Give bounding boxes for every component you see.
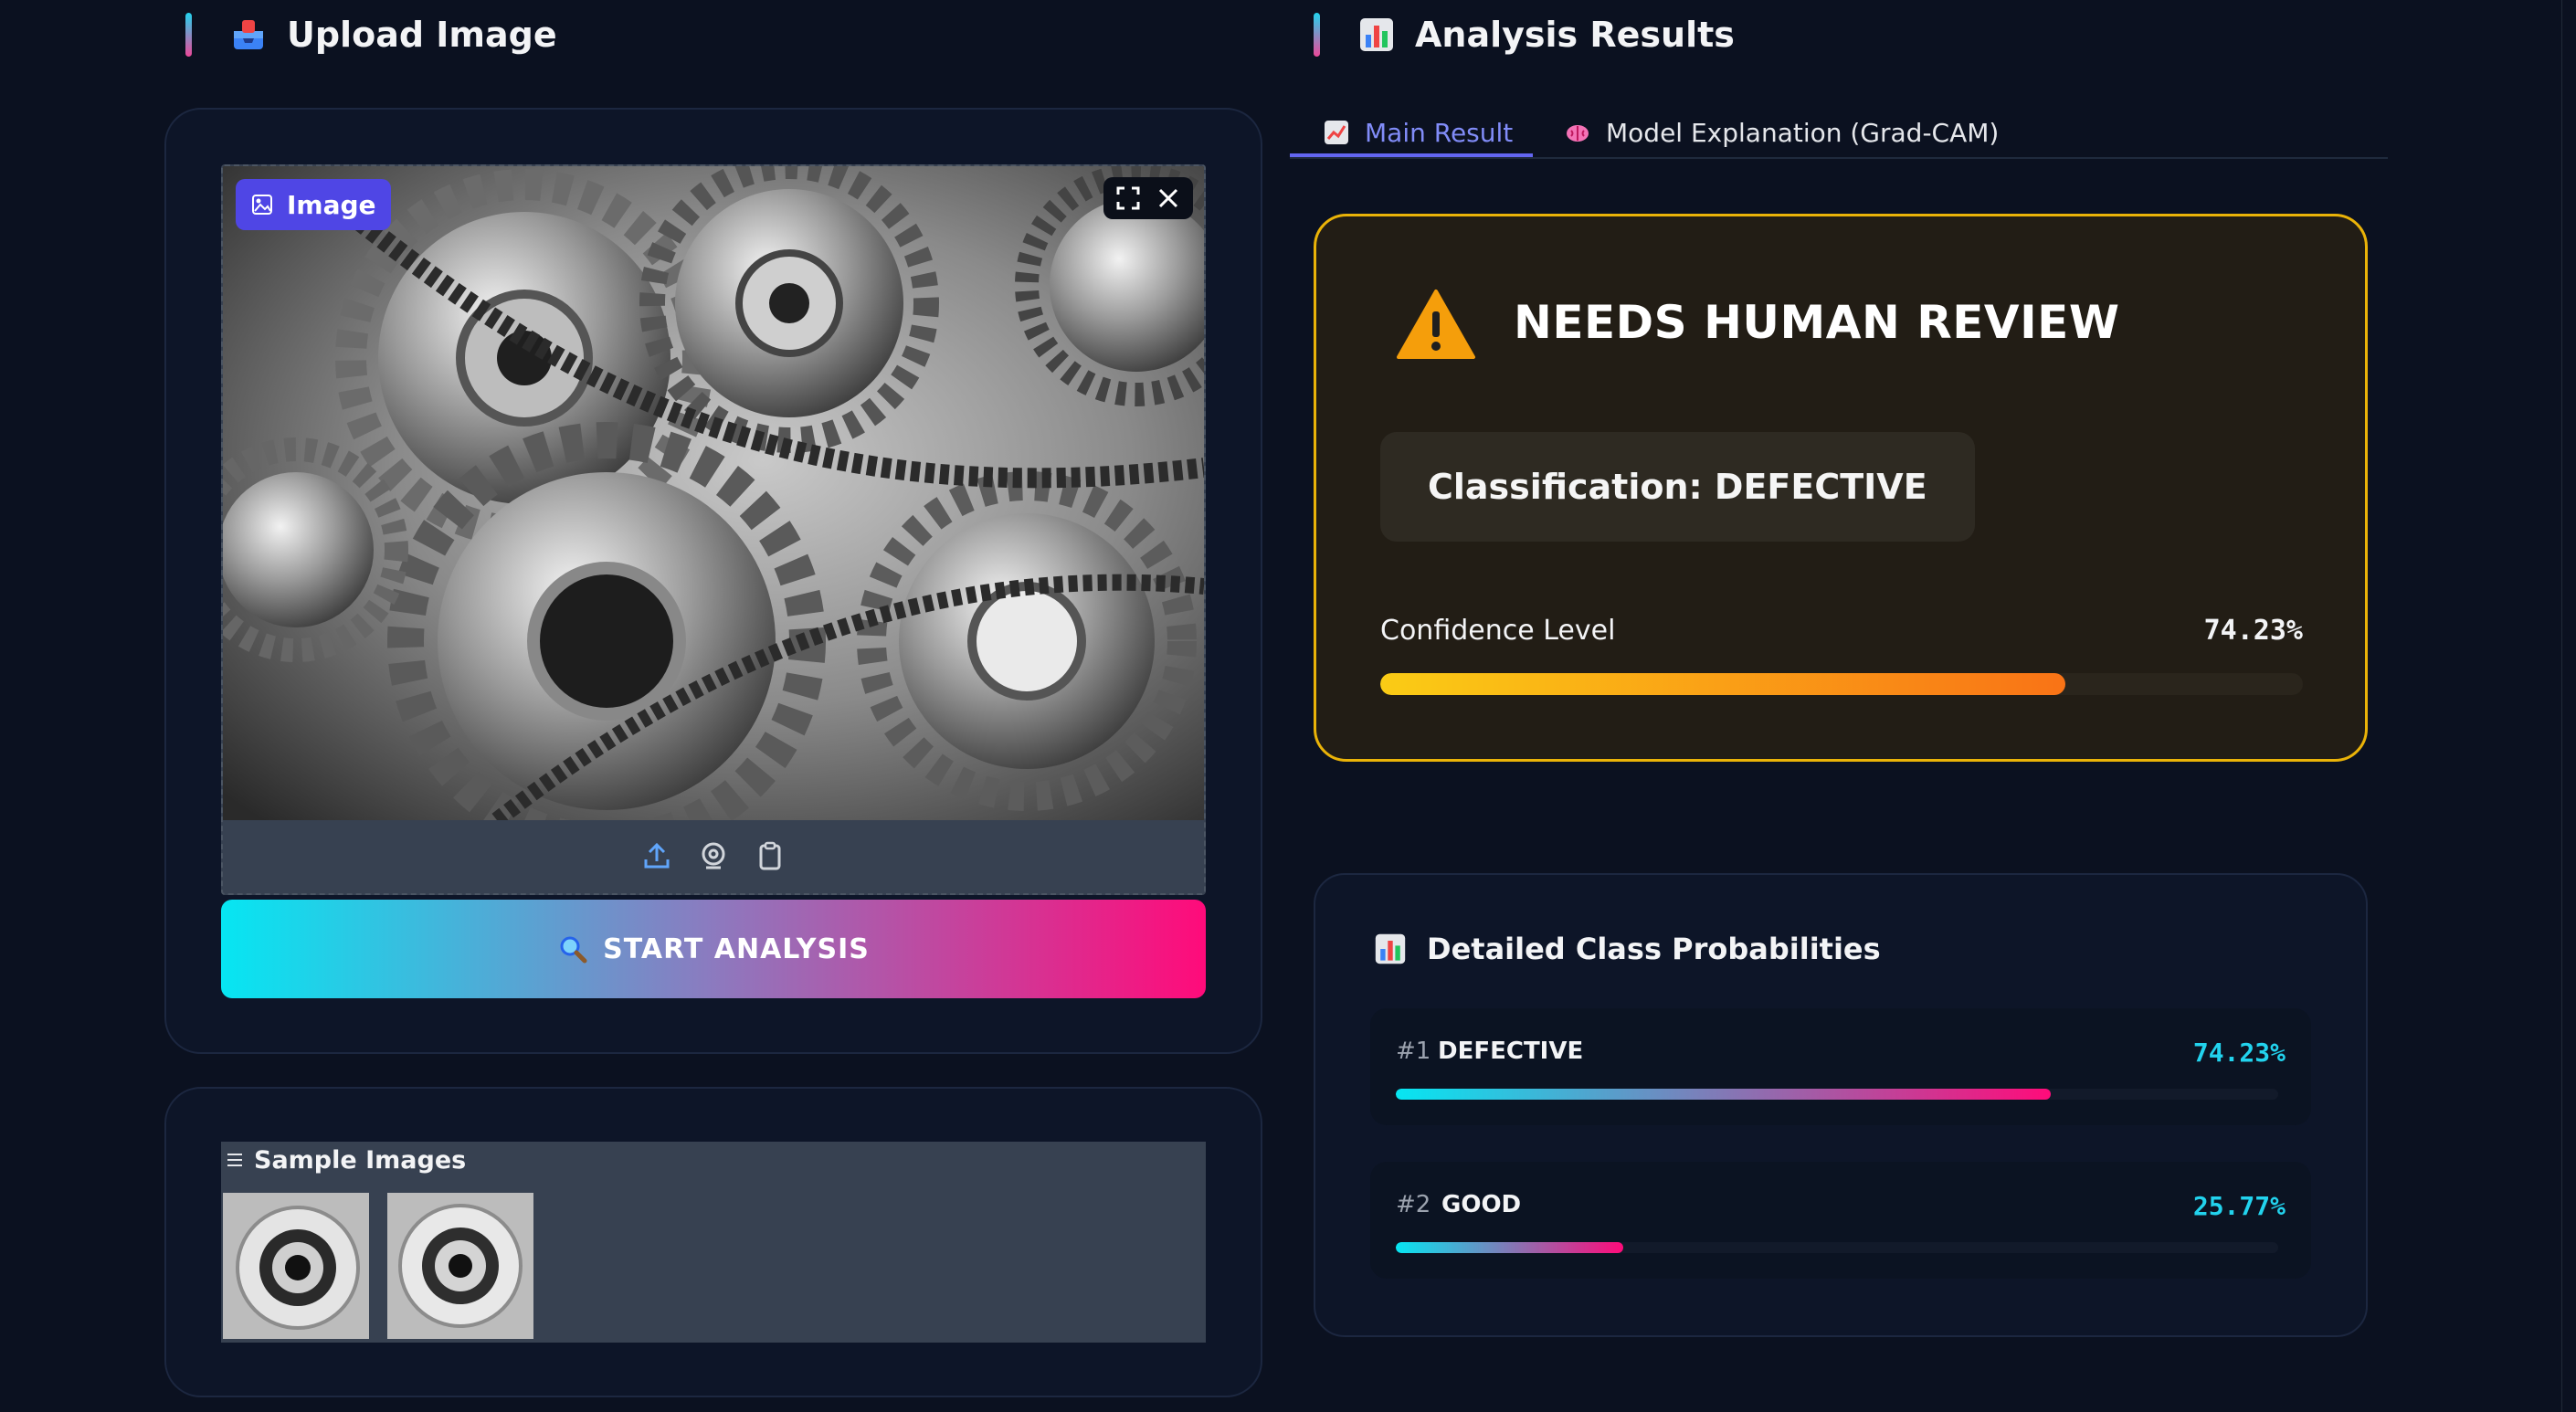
tab-model-explanation-label: Model Explanation (Grad-CAM) bbox=[1606, 117, 2000, 148]
tabs-divider bbox=[1290, 157, 2388, 159]
class-track-defective bbox=[1396, 1089, 2278, 1100]
start-analysis-button[interactable]: START ANALYSIS bbox=[221, 900, 1206, 998]
class-track-good bbox=[1396, 1242, 2278, 1253]
tab-main-result[interactable]: Main Result bbox=[1323, 111, 1513, 153]
class-row-defective: #1 DEFECTIVE 74.23% bbox=[1370, 1008, 2311, 1125]
samples-gallery: Sample Images bbox=[221, 1142, 1206, 1343]
page-scrollbar[interactable] bbox=[2561, 0, 2576, 1412]
image-viewer[interactable]: Image bbox=[221, 164, 1206, 895]
image-icon bbox=[252, 195, 272, 215]
clipboard-icon[interactable] bbox=[754, 839, 787, 872]
warning-icon bbox=[1397, 290, 1475, 359]
confidence-value: 74.23% bbox=[2203, 615, 2303, 647]
magnifier-icon bbox=[560, 936, 587, 964]
probabilities-header: Detailed Class Probabilities bbox=[1374, 932, 1881, 966]
confidence-track bbox=[1380, 673, 2303, 695]
webcam-icon[interactable] bbox=[697, 839, 730, 872]
image-controls bbox=[1103, 177, 1193, 219]
upload-section-header: Upload Image bbox=[185, 13, 557, 57]
probabilities-title: Detailed Class Probabilities bbox=[1427, 932, 1881, 966]
class-row-good: #2 GOOD 25.77% bbox=[1370, 1162, 2311, 1279]
close-icon[interactable] bbox=[1153, 183, 1184, 214]
chart-up-icon bbox=[1325, 121, 1348, 144]
class-percent-defective: 74.23% bbox=[2192, 1038, 2286, 1068]
probabilities-chart-icon bbox=[1375, 933, 1406, 964]
sample-image-2[interactable] bbox=[387, 1193, 533, 1339]
confidence-label: Confidence Level bbox=[1380, 615, 1616, 647]
class-name-defective: DEFECTIVE bbox=[1438, 1038, 1584, 1065]
image-badge-label: Image bbox=[287, 189, 376, 220]
classification-pill: Classification: DEFECTIVE bbox=[1380, 432, 1975, 542]
results-section-header: Analysis Results bbox=[1314, 13, 1735, 57]
results-accent-bar bbox=[1314, 13, 1320, 57]
upload-icon[interactable] bbox=[640, 839, 673, 872]
upload-accent-bar bbox=[185, 13, 192, 57]
class-fill-good bbox=[1396, 1242, 1623, 1253]
fullscreen-icon[interactable] bbox=[1113, 183, 1144, 214]
samples-header: Sample Images bbox=[225, 1142, 466, 1178]
review-card: NEEDS HUMAN REVIEW Classification: DEFEC… bbox=[1314, 214, 2368, 762]
classification-text: Classification: DEFECTIVE bbox=[1428, 467, 1927, 507]
uploaded-image bbox=[223, 166, 1204, 820]
brain-icon bbox=[1567, 125, 1589, 142]
start-analysis-label: START ANALYSIS bbox=[603, 933, 870, 965]
class-percent-good: 25.77% bbox=[2192, 1191, 2286, 1221]
inbox-tray-icon bbox=[234, 20, 263, 49]
samples-label: Sample Images bbox=[254, 1145, 467, 1175]
image-label-badge: Image bbox=[236, 179, 391, 230]
tab-main-result-label: Main Result bbox=[1365, 117, 1514, 148]
source-toolbar bbox=[223, 824, 1204, 888]
confidence-fill bbox=[1380, 673, 2065, 695]
class-rank-good: #2 bbox=[1396, 1191, 1431, 1218]
class-name-good: GOOD bbox=[1441, 1191, 1522, 1218]
results-title: Analysis Results bbox=[1415, 15, 1735, 55]
class-fill-defective bbox=[1396, 1089, 2052, 1100]
upload-title: Upload Image bbox=[287, 15, 557, 55]
bar-chart-icon bbox=[1360, 18, 1393, 51]
class-rank-defective: #1 bbox=[1396, 1038, 1431, 1065]
list-icon bbox=[227, 1154, 242, 1166]
tab-model-explanation[interactable]: Model Explanation (Grad-CAM) bbox=[1564, 111, 1999, 153]
sample-image-1[interactable] bbox=[223, 1193, 369, 1339]
verdict-title: NEEDS HUMAN REVIEW bbox=[1514, 296, 2120, 349]
